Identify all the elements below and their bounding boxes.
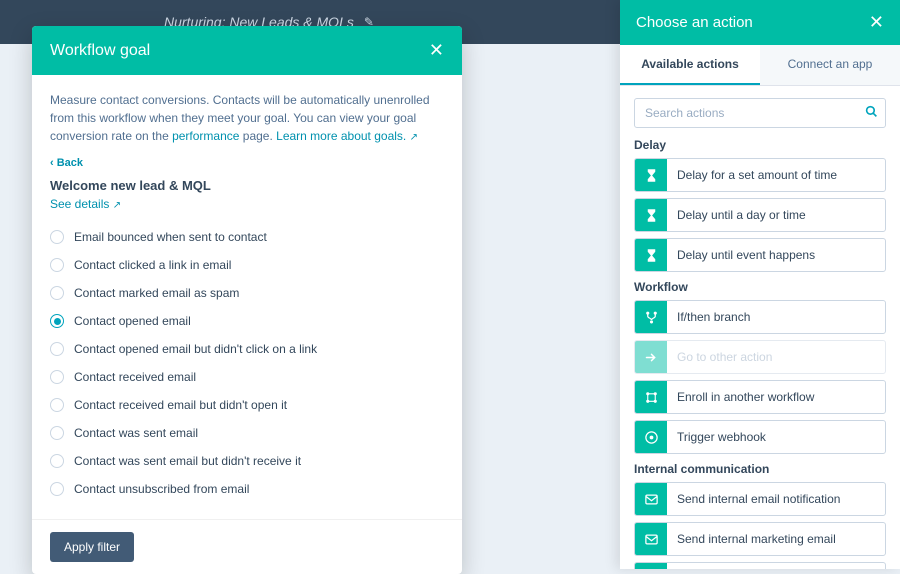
- goal-option[interactable]: Email bounced when sent to contact: [50, 223, 444, 251]
- search-input[interactable]: [634, 98, 886, 128]
- webhook-icon: [635, 421, 667, 453]
- goal-option-label: Contact opened email: [74, 312, 191, 330]
- action-row[interactable]: Send internal email notification: [634, 482, 886, 516]
- action-label: Enroll in another workflow: [667, 390, 824, 404]
- goal-option-label: Email bounced when sent to contact: [74, 228, 267, 246]
- action-panel: Choose an action ✕ Available actions Con…: [620, 0, 900, 569]
- external-link-icon: ↗: [113, 200, 121, 211]
- section-label: Workflow: [634, 280, 886, 294]
- mail-icon: [635, 483, 667, 515]
- sms-icon: [635, 563, 667, 569]
- goal-option-label: Contact was sent email: [74, 424, 198, 442]
- goal-option-label: Contact unsubscribed from email: [74, 480, 249, 498]
- section-label: Internal communication: [634, 462, 886, 476]
- action-row[interactable]: Delay until event happens: [634, 238, 886, 272]
- goal-option-label: Contact received email: [74, 368, 196, 386]
- learn-more-link[interactable]: Learn more about goals. ↗: [276, 129, 418, 143]
- goal-option[interactable]: Contact was sent email: [50, 419, 444, 447]
- goal-option-label: Contact marked email as spam: [74, 284, 239, 302]
- panel-title: Choose an action: [636, 14, 753, 31]
- action-label: Trigger webhook: [667, 430, 776, 444]
- close-icon[interactable]: ✕: [869, 12, 884, 33]
- action-label: If/then branch: [667, 310, 760, 324]
- panel-tabs: Available actions Connect an app: [620, 45, 900, 86]
- action-row: Go to other action: [634, 340, 886, 374]
- modal-body: Measure contact conversions. Contacts wi…: [32, 75, 462, 519]
- action-label: Send internal email notification: [667, 492, 850, 506]
- panel-header: Choose an action ✕: [620, 0, 900, 45]
- modal-footer: Apply filter: [32, 519, 462, 574]
- goto-icon: [635, 341, 667, 373]
- radio-icon[interactable]: [50, 370, 64, 384]
- tab-connect-app[interactable]: Connect an app: [760, 45, 900, 85]
- search-wrap: [634, 98, 886, 128]
- external-link-icon: ↗: [410, 132, 418, 143]
- modal-description-mid: page.: [239, 129, 276, 143]
- branch-icon: [635, 301, 667, 333]
- radio-icon[interactable]: [50, 454, 64, 468]
- enroll-icon: [635, 381, 667, 413]
- goal-options-list: Email bounced when sent to contact Contac…: [50, 221, 444, 511]
- action-row[interactable]: Send internal marketing email: [634, 522, 886, 556]
- section-label: Delay: [634, 138, 886, 152]
- goal-option-label: Contact clicked a link in email: [74, 256, 231, 274]
- goal-option[interactable]: Contact received email but didn't open i…: [50, 391, 444, 419]
- close-icon[interactable]: ✕: [429, 40, 444, 61]
- goal-option[interactable]: Contact opened email but didn't click on…: [50, 335, 444, 363]
- action-label: Delay until a day or time: [667, 208, 816, 222]
- action-row[interactable]: Enroll in another workflow: [634, 380, 886, 414]
- goal-option[interactable]: Contact unsubscribed from email: [50, 475, 444, 503]
- action-row[interactable]: Delay for a set amount of time: [634, 158, 886, 192]
- goal-option[interactable]: Contact was sent email but didn't receiv…: [50, 447, 444, 475]
- mail-icon: [635, 523, 667, 555]
- back-link[interactable]: ‹ Back: [50, 155, 83, 172]
- workflow-goal-modal: Workflow goal ✕ Measure contact conversi…: [32, 26, 462, 574]
- hourglass-icon: [635, 239, 667, 271]
- action-row[interactable]: If/then branch: [634, 300, 886, 334]
- hourglass-icon: [635, 199, 667, 231]
- action-label: Delay for a set amount of time: [667, 168, 847, 182]
- action-row[interactable]: Trigger webhook: [634, 420, 886, 454]
- hourglass-icon: [635, 159, 667, 191]
- action-row[interactable]: Delay until a day or time: [634, 198, 886, 232]
- performance-link[interactable]: performance: [172, 129, 239, 143]
- goal-option[interactable]: Contact marked email as spam: [50, 279, 444, 307]
- radio-icon[interactable]: [50, 230, 64, 244]
- action-label: Send internal marketing email: [667, 532, 846, 546]
- goal-option[interactable]: Contact clicked a link in email: [50, 251, 444, 279]
- radio-icon[interactable]: [50, 482, 64, 496]
- radio-icon[interactable]: [50, 258, 64, 272]
- search-icon[interactable]: [865, 105, 878, 121]
- see-details-link[interactable]: See details ↗: [50, 195, 121, 213]
- radio-icon[interactable]: [50, 426, 64, 440]
- goal-option-label: Contact opened email but didn't click on…: [74, 340, 317, 358]
- goal-subtitle: Welcome new lead & MQL: [50, 176, 444, 196]
- action-row[interactable]: Send internal SMS: [634, 562, 886, 569]
- radio-icon[interactable]: [50, 342, 64, 356]
- tab-available-actions[interactable]: Available actions: [620, 45, 760, 85]
- radio-icon[interactable]: [50, 398, 64, 412]
- goal-option-label: Contact was sent email but didn't receiv…: [74, 452, 301, 470]
- radio-icon[interactable]: [50, 286, 64, 300]
- action-label: Delay until event happens: [667, 248, 825, 262]
- panel-body: Delay Delay for a set amount of time Delay…: [620, 86, 900, 569]
- action-label: Go to other action: [667, 350, 782, 364]
- apply-filter-button[interactable]: Apply filter: [50, 532, 134, 562]
- radio-icon[interactable]: [50, 314, 64, 328]
- goal-option[interactable]: Contact received email: [50, 363, 444, 391]
- goal-option[interactable]: Contact opened email: [50, 307, 444, 335]
- goal-option-label: Contact received email but didn't open i…: [74, 396, 287, 414]
- modal-title: Workflow goal: [50, 42, 150, 60]
- modal-header: Workflow goal ✕: [32, 26, 462, 75]
